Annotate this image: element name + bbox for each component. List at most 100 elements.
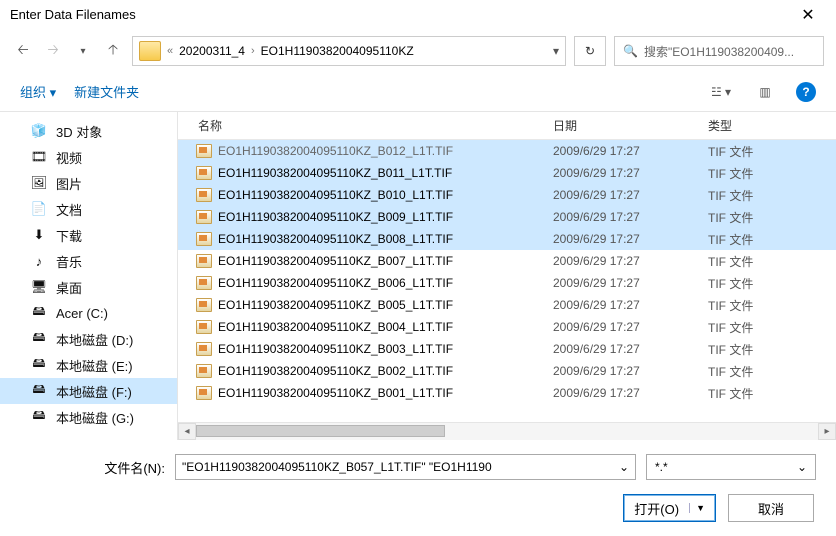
filter-dropdown-icon: ⌄	[797, 460, 807, 474]
sidebar-icon: ♪	[30, 253, 48, 269]
file-row[interactable]: EO1H1190382004095110KZ_B005_L1T.TIF2009/…	[178, 294, 836, 316]
open-button[interactable]: 打开(O)▼	[623, 494, 716, 522]
sidebar-item-7[interactable]: 🖴Acer (C:)	[0, 300, 177, 326]
dialog-title: Enter Data Filenames	[10, 7, 788, 22]
sidebar-label: 本地磁盘 (G:)	[56, 408, 134, 427]
sidebar-item-4[interactable]: ⬇下载	[0, 222, 177, 248]
address-dropdown[interactable]: ▾	[553, 44, 559, 58]
sidebar-icon: 🎞	[30, 149, 48, 165]
filename-input[interactable]: "EO1H1190382004095110KZ_B057_L1T.TIF" "E…	[175, 454, 636, 480]
recent-dropdown[interactable]: ▾	[72, 40, 94, 62]
sidebar-item-9[interactable]: 🖴 本地磁盘 (E:)	[0, 352, 177, 378]
file-row[interactable]: EO1H1190382004095110KZ_B004_L1T.TIF2009/…	[178, 316, 836, 338]
sidebar-icon: 🖴	[30, 357, 48, 373]
chevron-right-icon: ›	[251, 45, 255, 57]
file-name: EO1H1190382004095110KZ_B001_L1T.TIF	[218, 386, 553, 400]
file-type: TIF 文件	[708, 341, 753, 358]
filter-value: *.*	[655, 460, 668, 474]
file-row[interactable]: EO1H1190382004095110KZ_B011_L1T.TIF2009/…	[178, 162, 836, 184]
up-button[interactable]: 🡡	[102, 40, 124, 62]
file-type: TIF 文件	[708, 297, 753, 314]
file-type: TIF 文件	[708, 275, 753, 292]
sidebar-icon: 🖴	[30, 331, 48, 347]
scroll-thumb[interactable]	[196, 425, 445, 437]
address-bar[interactable]: « 20200311_4 › EO1H1190382004095110KZ ▾	[132, 36, 566, 66]
file-name: EO1H1190382004095110KZ_B009_L1T.TIF	[218, 210, 553, 224]
open-split-icon: ▼	[689, 503, 705, 513]
file-row[interactable]: EO1H1190382004095110KZ_B007_L1T.TIF2009/…	[178, 250, 836, 272]
sidebar-item-10[interactable]: 🖴 本地磁盘 (F:)	[0, 378, 177, 404]
scroll-left-arrow[interactable]: ◂	[178, 423, 196, 440]
column-header-type[interactable]: 类型	[708, 117, 836, 134]
close-button[interactable]: ✕	[788, 0, 828, 29]
column-header-date[interactable]: 日期	[553, 117, 708, 134]
sidebar-icon: 🖴	[30, 409, 48, 425]
file-type: TIF 文件	[708, 231, 753, 248]
file-name: EO1H1190382004095110KZ_B011_L1T.TIF	[218, 166, 553, 180]
column-header-name[interactable]: 名称	[178, 117, 553, 134]
file-date: 2009/6/29 17:27	[553, 254, 708, 268]
sidebar-item-1[interactable]: 🎞 视频	[0, 144, 177, 170]
filename-label: 文件名(N):	[20, 458, 165, 477]
refresh-button[interactable]: ↻	[574, 36, 606, 66]
sidebar-label: 文档	[56, 200, 82, 219]
sidebar-label: 图片	[56, 174, 82, 193]
sidebar-label: Acer (C:)	[56, 306, 108, 321]
sidebar-item-11[interactable]: 🖴 本地磁盘 (G:)	[0, 404, 177, 430]
sidebar-item-6[interactable]: 🖥桌面	[0, 274, 177, 300]
forward-button[interactable]: 🡢	[42, 40, 64, 62]
horizontal-scrollbar[interactable]: ◂ ▸	[178, 422, 836, 440]
sidebar-icon: 🖼	[30, 175, 48, 191]
new-folder-button[interactable]: 新建文件夹	[74, 82, 139, 101]
file-icon	[196, 386, 212, 400]
file-icon	[196, 188, 212, 202]
file-name: EO1H1190382004095110KZ_B008_L1T.TIF	[218, 232, 553, 246]
file-type: TIF 文件	[708, 165, 753, 182]
sidebar-label: 3D 对象	[56, 122, 102, 141]
sidebar-item-2[interactable]: 🖼 图片	[0, 170, 177, 196]
file-row[interactable]: EO1H1190382004095110KZ_B001_L1T.TIF2009/…	[178, 382, 836, 404]
sidebar-icon: 🖴	[30, 383, 48, 399]
file-name: EO1H1190382004095110KZ_B005_L1T.TIF	[218, 298, 553, 312]
file-date: 2009/6/29 17:27	[553, 188, 708, 202]
file-row[interactable]: EO1H1190382004095110KZ_B006_L1T.TIF2009/…	[178, 272, 836, 294]
file-type: TIF 文件	[708, 209, 753, 226]
scroll-right-arrow[interactable]: ▸	[818, 423, 836, 440]
file-row[interactable]: EO1H1190382004095110KZ_B012_L1T.TIF2009/…	[178, 140, 836, 162]
file-row[interactable]: EO1H1190382004095110KZ_B009_L1T.TIF2009/…	[178, 206, 836, 228]
back-button[interactable]: 🡠	[12, 40, 34, 62]
breadcrumb-seg-2[interactable]: EO1H1190382004095110KZ	[261, 44, 414, 58]
cancel-button[interactable]: 取消	[728, 494, 814, 522]
file-icon	[196, 210, 212, 224]
file-date: 2009/6/29 17:27	[553, 166, 708, 180]
file-icon	[196, 254, 212, 268]
file-type: TIF 文件	[708, 253, 753, 270]
sidebar-label: 本地磁盘 (E:)	[56, 356, 133, 375]
file-date: 2009/6/29 17:27	[553, 320, 708, 334]
file-icon	[196, 144, 212, 158]
sidebar-label: 音乐	[56, 252, 82, 271]
preview-pane-button[interactable]: ▥	[752, 79, 778, 105]
sidebar-label: 视频	[56, 148, 82, 167]
file-row[interactable]: EO1H1190382004095110KZ_B008_L1T.TIF2009/…	[178, 228, 836, 250]
sidebar-label: 本地磁盘 (F:)	[56, 382, 132, 401]
file-date: 2009/6/29 17:27	[553, 144, 708, 158]
sidebar-item-0[interactable]: 🧊 3D 对象	[0, 118, 177, 144]
search-input[interactable]: 🔍 搜索"EO1H119038200409...	[614, 36, 824, 66]
file-row[interactable]: EO1H1190382004095110KZ_B002_L1T.TIF2009/…	[178, 360, 836, 382]
file-row[interactable]: EO1H1190382004095110KZ_B003_L1T.TIF2009/…	[178, 338, 836, 360]
sidebar-item-5[interactable]: ♪ 音乐	[0, 248, 177, 274]
view-options-button[interactable]: ☳ ▾	[708, 79, 734, 105]
file-name: EO1H1190382004095110KZ_B010_L1T.TIF	[218, 188, 553, 202]
sidebar-icon: 🧊	[30, 123, 48, 139]
breadcrumb-seg-1[interactable]: 20200311_4	[179, 44, 245, 58]
help-button[interactable]: ?	[796, 82, 816, 102]
file-type-filter[interactable]: *.* ⌄	[646, 454, 816, 480]
sidebar-label: 本地磁盘 (D:)	[56, 330, 133, 349]
file-type: TIF 文件	[708, 363, 753, 380]
sidebar-item-8[interactable]: 🖴 本地磁盘 (D:)	[0, 326, 177, 352]
organize-menu[interactable]: 组织 ▾	[20, 82, 56, 101]
filename-dropdown-icon[interactable]: ⌄	[619, 460, 629, 474]
sidebar-item-3[interactable]: 📄文档	[0, 196, 177, 222]
file-row[interactable]: EO1H1190382004095110KZ_B010_L1T.TIF2009/…	[178, 184, 836, 206]
